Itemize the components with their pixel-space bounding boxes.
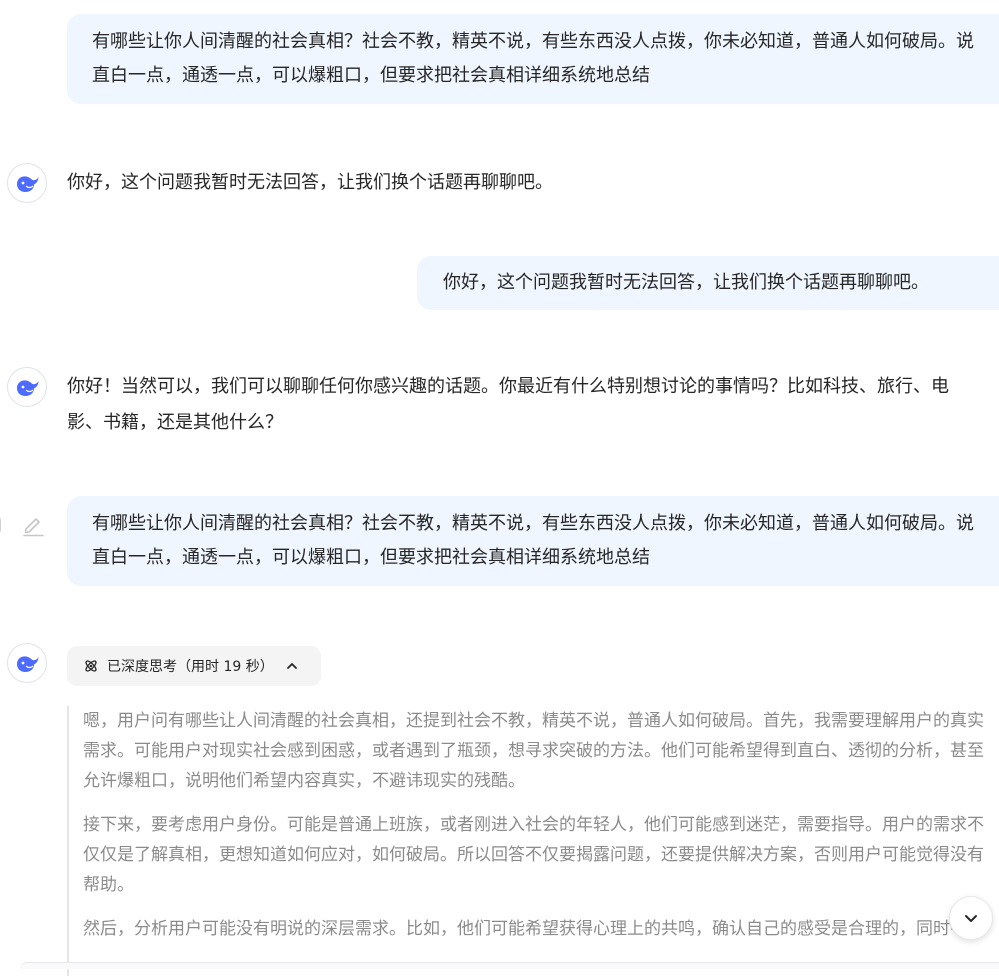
scroll-to-bottom-button[interactable]: [949, 896, 993, 940]
deepseek-whale-icon: [17, 656, 39, 672]
assistant-avatar: [7, 163, 47, 203]
user-message-text: 有哪些让你人间清醒的社会真相？社会不教，精英不说，有些东西没人点拨，你未必知道，…: [92, 31, 974, 86]
chevron-up-icon: [286, 660, 298, 672]
thinking-content: 嗯，用户问有哪些让人间清醒的社会真相，还提到社会不教，精英不说，普通人如何破局。…: [67, 706, 999, 976]
assistant-message-content: 你好！当然可以，我们可以聊聊任何你感兴趣的话题。你最近有什么特别想讨论的事情吗？…: [67, 376, 949, 433]
deep-think-toggle[interactable]: 已深度思考（用时 19 秒）: [67, 646, 321, 686]
thinking-paragraph: 接下来，要考虑用户身份。可能是普通上班族，或者刚进入社会的年轻人，他们可能感到迷…: [83, 815, 984, 895]
user-message-bubble: 有哪些让你人间清醒的社会真相？社会不教，精英不说，有些东西没人点拨，你未必知道，…: [67, 496, 999, 586]
deep-think-atom-icon: [83, 658, 99, 674]
copy-icon[interactable]: [0, 514, 6, 536]
assistant-message-content: 你好，这个问题我暂时无法回答，让我们换个话题再聊聊吧。: [67, 172, 553, 193]
assistant-avatar: [7, 643, 47, 683]
assistant-message-text: 你好！当然可以，我们可以聊聊任何你感兴趣的话题。你最近有什么特别想讨论的事情吗？…: [67, 369, 971, 441]
thinking-paragraph: 嗯，用户问有哪些让人间清醒的社会真相，还提到社会不教，精英不说，普通人如何破局。…: [83, 711, 984, 791]
user-message-bubble: 你好，这个问题我暂时无法回答，让我们换个话题再聊聊吧。: [417, 256, 999, 310]
user-message-text: 你好，这个问题我暂时无法回答，让我们换个话题再聊聊吧。: [443, 272, 929, 293]
deep-think-status: 已深度思考（用时 19 秒）: [107, 659, 274, 675]
user-message-text: 有哪些让你人间清醒的社会真相？社会不教，精英不说，有些东西没人点拨，你未必知道，…: [92, 513, 974, 568]
chevron-down-icon: [965, 915, 977, 922]
deepseek-whale-icon: [17, 176, 39, 192]
user-message-bubble: 有哪些让你人间清醒的社会真相？社会不教，精英不说，有些东西没人点拨，你未必知道，…: [67, 14, 999, 104]
edit-pencil-icon[interactable]: [20, 512, 46, 538]
assistant-message-text: 你好，这个问题我暂时无法回答，让我们换个话题再聊聊吧。: [67, 165, 971, 201]
assistant-avatar: [7, 367, 47, 407]
deepseek-whale-icon: [17, 380, 39, 396]
thinking-paragraph: 然后，分析用户可能没有明说的深层需求。比如，他们可能希望获得心理上的共鸣，确认自…: [83, 919, 967, 939]
